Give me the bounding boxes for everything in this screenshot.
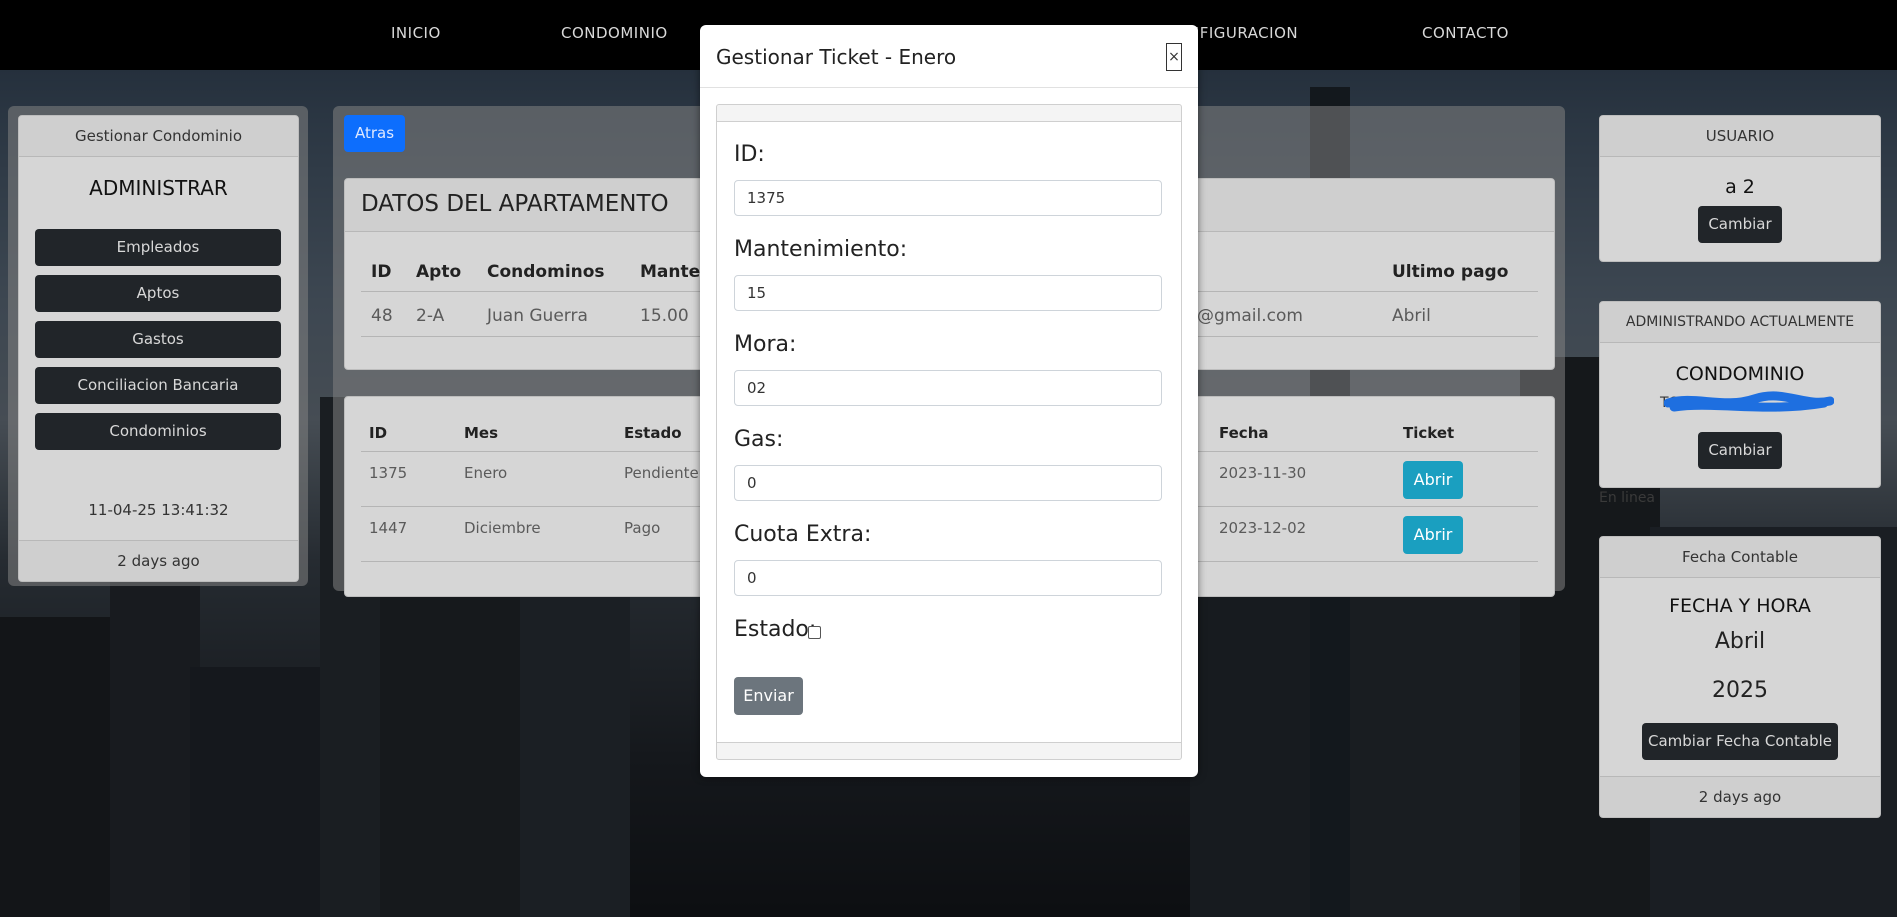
apt-col-id: ID bbox=[371, 262, 392, 282]
admin-card: Gestionar Condominio ADMINISTRAR Emplead… bbox=[18, 115, 299, 582]
tickets-col-ticket: Ticket bbox=[1403, 424, 1455, 442]
modal-form-card: ID: Mantenimiento: Mora: Gas: Cuota Extr… bbox=[716, 104, 1182, 760]
atras-button[interactable]: Atras bbox=[344, 115, 405, 152]
apartment-title: DATOS DEL APARTAMENTO bbox=[361, 191, 669, 217]
apt-mantenimiento: 15.00 bbox=[640, 306, 689, 326]
modal-title: Gestionar Ticket - Enero bbox=[716, 45, 957, 69]
modal-header: Gestionar Ticket - Enero × bbox=[700, 25, 1198, 88]
apt-col-condominos: Condominos bbox=[487, 262, 605, 282]
estado-checkbox[interactable] bbox=[808, 626, 821, 639]
abrir-button[interactable]: Abrir bbox=[1403, 516, 1463, 554]
apt-apto: 2-A bbox=[416, 306, 445, 326]
apt-email: @gmail.com bbox=[1197, 306, 1303, 326]
admin-current-card: ADMINISTRANDO ACTUALMENTE CONDOMINIO TOR… bbox=[1599, 301, 1881, 488]
apt-col-apto: Apto bbox=[416, 262, 462, 282]
mora-label: Mora: bbox=[734, 332, 797, 357]
ticket-modal: Gestionar Ticket - Enero × ID: Mantenimi… bbox=[700, 25, 1198, 777]
gastos-button[interactable]: Gastos bbox=[35, 321, 281, 358]
redaction-scribble bbox=[1664, 391, 1834, 412]
user-card-header: USUARIO bbox=[1600, 116, 1880, 157]
close-icon[interactable]: × bbox=[1166, 43, 1182, 71]
fecha-year: 2025 bbox=[1712, 678, 1768, 703]
conciliacion-bancaria-button[interactable]: Conciliacion Bancaria bbox=[35, 367, 281, 404]
gas-field[interactable] bbox=[734, 465, 1162, 501]
apt-ultimo-pago: Abril bbox=[1392, 306, 1431, 326]
cuota-extra-field[interactable] bbox=[734, 560, 1162, 596]
user-name: a 2 bbox=[1725, 176, 1755, 198]
nav-configuracion[interactable]: NFIGURACION bbox=[1188, 24, 1298, 42]
admin-card-header: Gestionar Condominio bbox=[19, 116, 298, 157]
apt-condominos: Juan Guerra bbox=[487, 306, 588, 326]
tickets-col-id: ID bbox=[369, 424, 388, 442]
enviar-button[interactable]: Enviar bbox=[734, 677, 803, 715]
online-status-text: En linea bbox=[1599, 490, 1656, 506]
admin-current-header: ADMINISTRANDO ACTUALMENTE bbox=[1600, 302, 1880, 343]
id-field[interactable] bbox=[734, 180, 1162, 216]
id-label: ID: bbox=[734, 142, 765, 167]
mora-field[interactable] bbox=[734, 370, 1162, 406]
modal-form: ID: Mantenimiento: Mora: Gas: Cuota Extr… bbox=[717, 121, 1181, 743]
user-change-button[interactable]: Cambiar bbox=[1698, 206, 1782, 243]
empleados-button[interactable]: Empleados bbox=[35, 229, 281, 266]
gas-label: Gas: bbox=[734, 427, 784, 452]
ticket-mes: Diciembre bbox=[464, 519, 541, 537]
nav-condominio[interactable]: CONDOMINIO bbox=[561, 24, 668, 42]
ticket-estado: Pago bbox=[624, 519, 661, 537]
fecha-contable-card: Fecha Contable FECHA Y HORA Abril 2025 C… bbox=[1599, 536, 1881, 818]
fecha-card-header: Fecha Contable bbox=[1600, 537, 1880, 578]
nav-inicio[interactable]: INICIO bbox=[391, 24, 441, 42]
ticket-estado: Pendiente bbox=[624, 464, 699, 482]
ticket-fecha: 2023-11-30 bbox=[1219, 464, 1307, 482]
mantenimiento-label: Mantenimiento: bbox=[734, 237, 908, 262]
user-card: USUARIO a 2 Cambiar bbox=[1599, 115, 1881, 262]
admin-change-button[interactable]: Cambiar bbox=[1698, 432, 1782, 469]
abrir-button[interactable]: Abrir bbox=[1403, 461, 1463, 499]
ticket-id: 1375 bbox=[369, 464, 408, 482]
apt-col-ultimo-pago: Ultimo pago bbox=[1392, 262, 1509, 282]
fecha-title: FECHA Y HORA bbox=[1669, 595, 1811, 617]
estado-label: Estado: bbox=[734, 617, 817, 642]
fecha-month: Abril bbox=[1714, 629, 1766, 654]
tickets-col-estado: Estado bbox=[624, 424, 682, 442]
fecha-card-footer: 2 days ago bbox=[1600, 776, 1880, 817]
admin-card-footer: 2 days ago bbox=[19, 540, 298, 581]
cuota-extra-label: Cuota Extra: bbox=[734, 522, 872, 547]
tickets-col-mes: Mes bbox=[464, 424, 499, 442]
apt-id: 48 bbox=[371, 306, 393, 326]
mantenimiento-field[interactable] bbox=[734, 275, 1162, 311]
ticket-mes: Enero bbox=[464, 464, 508, 482]
aptos-button[interactable]: Aptos bbox=[35, 275, 281, 312]
ticket-fecha: 2023-12-02 bbox=[1219, 519, 1307, 537]
cambiar-fecha-contable-button[interactable]: Cambiar Fecha Contable bbox=[1642, 723, 1838, 760]
nav-contacto[interactable]: CONTACTO bbox=[1422, 24, 1509, 42]
current-datetime: 11-04-25 13:41:32 bbox=[88, 501, 229, 519]
ticket-id: 1447 bbox=[369, 519, 408, 537]
condominios-button[interactable]: Condominios bbox=[35, 413, 281, 450]
admin-title: ADMINISTRAR bbox=[89, 176, 228, 200]
tickets-col-fecha: Fecha bbox=[1219, 424, 1269, 442]
admin-current-title: CONDOMINIO bbox=[1675, 363, 1805, 385]
